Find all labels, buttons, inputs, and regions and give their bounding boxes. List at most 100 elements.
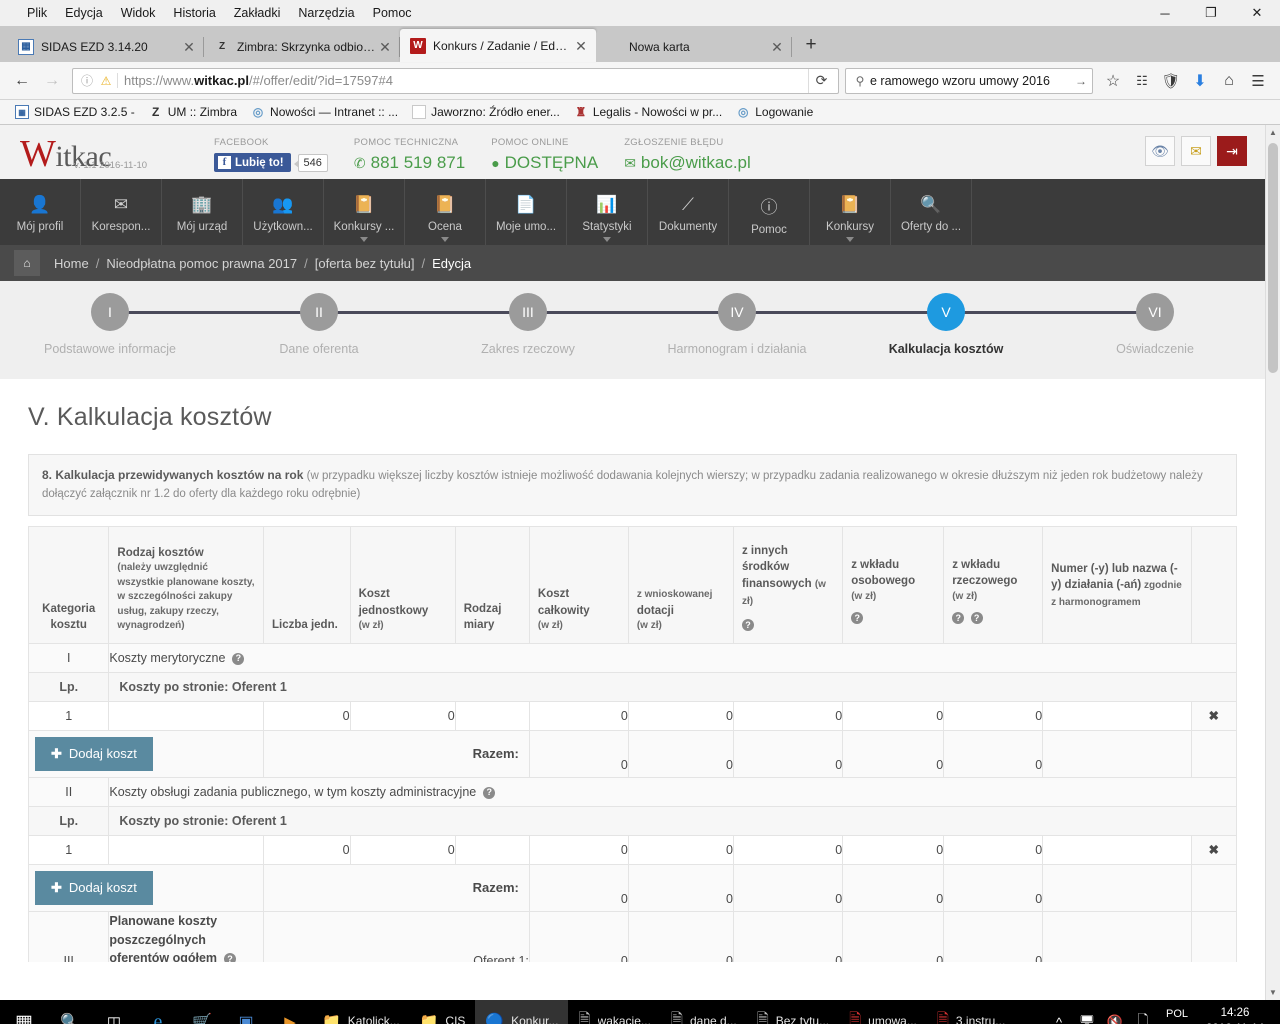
- bug-report-email[interactable]: ✉ bok@witkac.pl: [624, 153, 751, 173]
- media-player-icon[interactable]: ▶: [268, 1000, 312, 1024]
- row-rodzaj-input[interactable]: [108, 834, 264, 865]
- row-rodzaj-input[interactable]: [108, 700, 264, 731]
- row-rzeczowy-input[interactable]: 0: [943, 834, 1044, 865]
- menu-narzedzia[interactable]: Narzędzia: [289, 3, 363, 23]
- nav-item-moj-urzad[interactable]: 🏢 Mój urząd: [162, 179, 243, 245]
- clock[interactable]: 14:26 2016-11-14: [1198, 1006, 1272, 1024]
- nav-item-uzytkownicy[interactable]: 👥 Użytkown...: [243, 179, 324, 245]
- scrollbar-thumb[interactable]: [1268, 143, 1278, 373]
- home-icon[interactable]: ⌂: [14, 250, 40, 276]
- row-liczba-input[interactable]: 0: [262, 700, 351, 731]
- nav-item-oferty-do[interactable]: 🔍 Oferty do ...: [891, 179, 972, 245]
- back-icon[interactable]: ←: [8, 67, 36, 95]
- nav-item-pomoc[interactable]: ⓘ Pomoc: [729, 179, 810, 245]
- wizard-step-6[interactable]: VI Oświadczenie: [1116, 281, 1194, 379]
- facebook-like-button[interactable]: f Lubię to!: [214, 153, 291, 172]
- show-hidden-icons-icon[interactable]: ^: [1046, 1015, 1072, 1024]
- site-identity-icon[interactable]: ⓘ: [77, 72, 97, 89]
- taskbar-app-cis[interactable]: 📁 CIS: [410, 1000, 476, 1024]
- wizard-step-3[interactable]: III Zakres rzeczowy: [481, 281, 575, 379]
- witkac-logo[interactable]: Witkac v. 1.1 2016-11-10: [14, 130, 214, 175]
- browser-tab-zimbra[interactable]: Z Zimbra: Skrzynka odbiorcza ✕: [204, 31, 400, 62]
- row-osobowy-input[interactable]: 0: [842, 700, 945, 731]
- new-tab-button[interactable]: +: [798, 32, 824, 58]
- row-koszt-jedn-input[interactable]: 0: [349, 834, 456, 865]
- menu-edycja[interactable]: Edycja: [56, 3, 112, 23]
- store-icon[interactable]: 🛒: [180, 1000, 224, 1024]
- maximize-button[interactable]: ❐: [1188, 0, 1234, 26]
- reading-list-icon[interactable]: ☷: [1128, 67, 1156, 95]
- row-rzeczowy-input[interactable]: 0: [943, 700, 1044, 731]
- taskbar-app-bez-tytulu[interactable]: 🗎 Bez tytu...: [747, 1000, 839, 1024]
- wizard-step-4[interactable]: IV Harmonogram i działania: [668, 281, 806, 379]
- row-dotacja-input[interactable]: 0: [627, 700, 734, 731]
- row-dotacja-input[interactable]: 0: [627, 834, 734, 865]
- tab-close-icon[interactable]: ✕: [572, 39, 590, 53]
- bookmark-legalis[interactable]: ♜ Legalis - Nowości w pr...: [567, 103, 729, 121]
- row-koszt-jedn-input[interactable]: 0: [349, 700, 456, 731]
- language-indicator[interactable]: POL PLP: [1158, 1007, 1196, 1024]
- nav-item-moje-umowy[interactable]: 📄 Moje umo...: [486, 179, 567, 245]
- start-button[interactable]: ▦: [0, 1000, 48, 1024]
- bookmark-zimbra[interactable]: Z UM :: Zimbra: [142, 103, 244, 121]
- taskbar-app-konkurs[interactable]: 🔵 Konkur...: [475, 1000, 569, 1024]
- menu-pomoc[interactable]: Pomoc: [364, 3, 421, 23]
- help-icon[interactable]: ?: [952, 612, 965, 625]
- task-view-icon[interactable]: ◫: [92, 1000, 136, 1024]
- pocket-icon[interactable]: 🛡: [1157, 67, 1185, 95]
- breadcrumb-contest[interactable]: Nieodpłatna pomoc prawna 2017: [106, 256, 297, 271]
- close-button[interactable]: ✕: [1234, 0, 1280, 26]
- browser-tab-nowa-karta[interactable]: Nowa karta ✕: [596, 31, 792, 62]
- row-miary-input[interactable]: [454, 700, 530, 731]
- nav-item-konkursy-1[interactable]: 📔 Konkursy ...: [324, 179, 405, 245]
- logout-icon[interactable]: ⇥: [1217, 136, 1247, 166]
- add-cost-button[interactable]: ✚ Dodaj koszt: [35, 736, 153, 771]
- row-inne-input[interactable]: 0: [732, 834, 844, 865]
- taskbar-app-dane[interactable]: 🗎 dane d...: [661, 1000, 747, 1024]
- network-icon[interactable]: 🖥: [1074, 1014, 1100, 1024]
- forward-icon[interactable]: →: [38, 67, 66, 95]
- edge-icon[interactable]: e: [136, 1000, 180, 1024]
- bookmark-sidas[interactable]: ▦ SIDAS EZD 3.2.5 -: [8, 103, 142, 121]
- preview-icon[interactable]: 👁: [1145, 136, 1175, 166]
- mail-icon[interactable]: ✉: [1181, 136, 1211, 166]
- volume-muted-icon[interactable]: 🔇: [1102, 1014, 1128, 1024]
- wizard-step-2[interactable]: II Dane oferenta: [279, 281, 359, 379]
- nav-item-dokumenty[interactable]: ⟋ Dokumenty: [648, 179, 729, 245]
- bookmark-nowosci[interactable]: ◎ Nowości — Intranet :: ...: [244, 103, 405, 121]
- help-icon[interactable]: ?: [224, 953, 236, 962]
- notepad-icon[interactable]: ▣: [224, 1000, 268, 1024]
- row-numer-input[interactable]: [1042, 834, 1192, 865]
- action-center-icon[interactable]: 🗋: [1130, 1011, 1156, 1024]
- nav-item-moj-profil[interactable]: 👤 Mój profil: [0, 179, 81, 245]
- browser-tab-sidas[interactable]: ▦ SIDAS EZD 3.14.20 ✕: [8, 31, 204, 62]
- bookmark-star-icon[interactable]: ☆: [1099, 67, 1127, 95]
- facebook-like-widget[interactable]: f Lubię to! 546: [214, 153, 328, 172]
- menu-historia[interactable]: Historia: [164, 3, 224, 23]
- wizard-step-1[interactable]: I Podstawowe informacje: [44, 281, 176, 379]
- menu-plik[interactable]: Plik: [18, 3, 56, 23]
- search-bar[interactable]: ⚲ e ramowego wzoru umowy 2016 →: [845, 67, 1093, 94]
- breadcrumb-offer[interactable]: [oferta bez tytułu]: [315, 256, 415, 271]
- breadcrumb-home[interactable]: Home: [54, 256, 89, 271]
- row-inne-input[interactable]: 0: [732, 700, 844, 731]
- row-delete-icon[interactable]: ✖: [1190, 700, 1238, 731]
- reload-icon[interactable]: ⟳: [808, 68, 834, 93]
- browser-tab-konkurs[interactable]: W Konkurs / Zadanie / Edycj... ✕: [400, 29, 596, 62]
- row-numer-input[interactable]: [1042, 700, 1192, 731]
- minimize-button[interactable]: ─: [1142, 0, 1188, 26]
- downloads-icon[interactable]: ⬇: [1186, 67, 1214, 95]
- nav-item-ocena[interactable]: 📔 Ocena: [405, 179, 486, 245]
- bookmark-jaworzno[interactable]: Jaworzno: Źródło ener...: [405, 103, 567, 121]
- help-icon[interactable]: ?: [851, 612, 864, 625]
- help-icon[interactable]: ?: [483, 786, 496, 799]
- help-icon-2[interactable]: ?: [970, 612, 983, 625]
- online-help-value[interactable]: ● DOSTĘPNA: [491, 153, 598, 173]
- taskbar-search-icon[interactable]: 🔍: [48, 1000, 92, 1024]
- taskbar-app-wakacje[interactable]: 🗎 wakacje...: [568, 1000, 660, 1024]
- url-bar[interactable]: ⓘ ⚠ https://www.witkac.pl/#/offer/edit/?…: [72, 67, 839, 94]
- home-icon[interactable]: ⌂: [1215, 67, 1243, 95]
- add-cost-button[interactable]: ✚ Dodaj koszt: [35, 870, 153, 905]
- taskbar-app-instrukcja[interactable]: 🗎 3.instru...: [927, 1000, 1015, 1024]
- bookmark-logowanie[interactable]: ◎ Logowanie: [729, 103, 820, 121]
